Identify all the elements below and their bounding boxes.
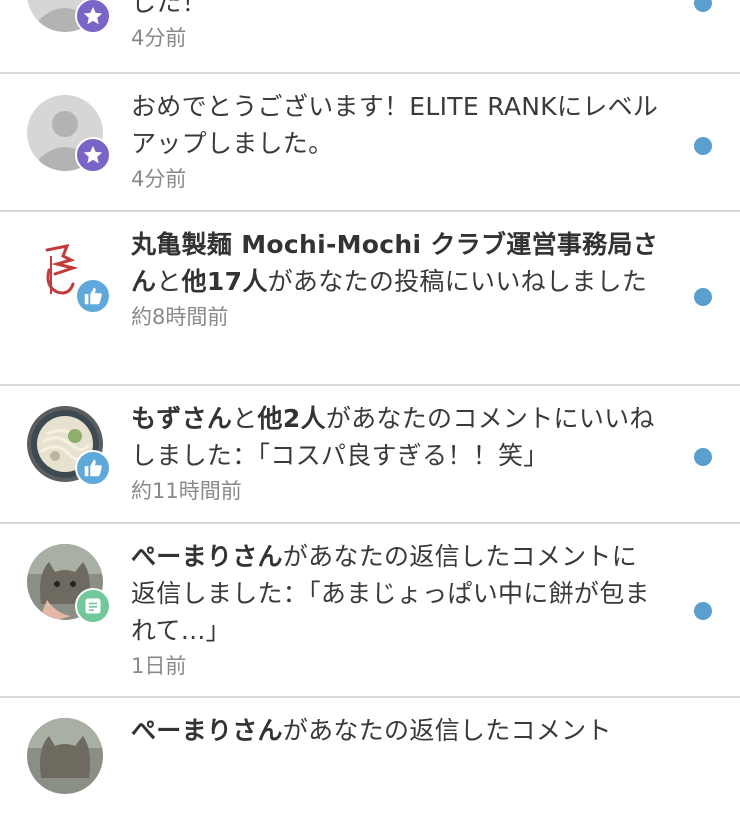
notification-message: 丸亀製麺 Mochi-Mochi クラブ運営事務局さんと他17人があなたの投稿に…	[131, 226, 661, 300]
message-text: があなたの投稿にいいねしました	[267, 267, 648, 296]
notification-item[interactable]: ぺーまりさんがあなたの返信したコメントに返信しました：「あまじょっぱい中に餅が包…	[0, 524, 740, 698]
notification-message: もずさんと他2人があなたのコメントにいいねしました：「コスパ良すぎる！！笑」	[131, 400, 661, 474]
notification-item[interactable]: した！ 4分前	[0, 0, 740, 74]
message-text: と	[232, 404, 258, 433]
notification-item[interactable]: 丸亀製麺 Mochi-Mochi クラブ運営事務局さんと他17人があなたの投稿に…	[0, 212, 740, 386]
message-text: があなたの返信したコメント	[282, 716, 612, 745]
notification-item[interactable]: おめでとうございます！ELITE RANKにレベルアップしました。 4分前	[0, 74, 740, 212]
notification-item[interactable]: ぺーまりさんがあなたの返信したコメント	[0, 698, 740, 818]
message-text: と	[156, 267, 182, 296]
notification-item[interactable]: もずさんと他2人があなたのコメントにいいねしました：「コスパ良すぎる！！笑」 約…	[0, 386, 740, 524]
notification-list: した！ 4分前 おめでとうございます！ELITE RANKにレベルアップしました…	[0, 0, 740, 818]
unread-indicator	[694, 602, 712, 620]
unread-indicator	[694, 0, 712, 12]
thumbs-up-icon	[75, 450, 111, 486]
unread-indicator	[694, 288, 712, 306]
message-text: した！	[131, 0, 207, 17]
unread-indicator	[694, 137, 712, 155]
sender-name[interactable]: もずさん	[131, 404, 232, 433]
notification-time: 約11時間前	[131, 479, 242, 503]
thumbs-up-icon	[75, 278, 111, 314]
notification-time: 4分前	[131, 26, 187, 50]
unread-indicator	[694, 448, 712, 466]
sender-name[interactable]: ぺーまりさん	[131, 716, 283, 745]
notification-message: ぺーまりさんがあなたの返信したコメントに返信しました：「あまじょっぱい中に餅が包…	[131, 538, 661, 649]
comment-icon	[75, 588, 111, 624]
notification-time: 1日前	[131, 654, 187, 678]
notification-message: おめでとうございます！ELITE RANKにレベルアップしました。	[131, 88, 661, 162]
notification-message: ぺーまりさんがあなたの返信したコメント	[131, 712, 661, 749]
message-text: おめでとうございます！ELITE RANKにレベルアップしました。	[131, 92, 659, 158]
notification-time: 約8時間前	[131, 305, 229, 329]
others-count[interactable]: 他17人	[182, 267, 268, 296]
notification-message: した！	[131, 0, 661, 21]
cat-photo-avatar	[27, 718, 103, 794]
others-count[interactable]: 他2人	[258, 404, 326, 433]
notification-time: 4分前	[131, 167, 187, 191]
star-icon	[75, 137, 111, 173]
sender-name[interactable]: ぺーまりさん	[131, 542, 283, 571]
star-icon	[75, 0, 111, 34]
